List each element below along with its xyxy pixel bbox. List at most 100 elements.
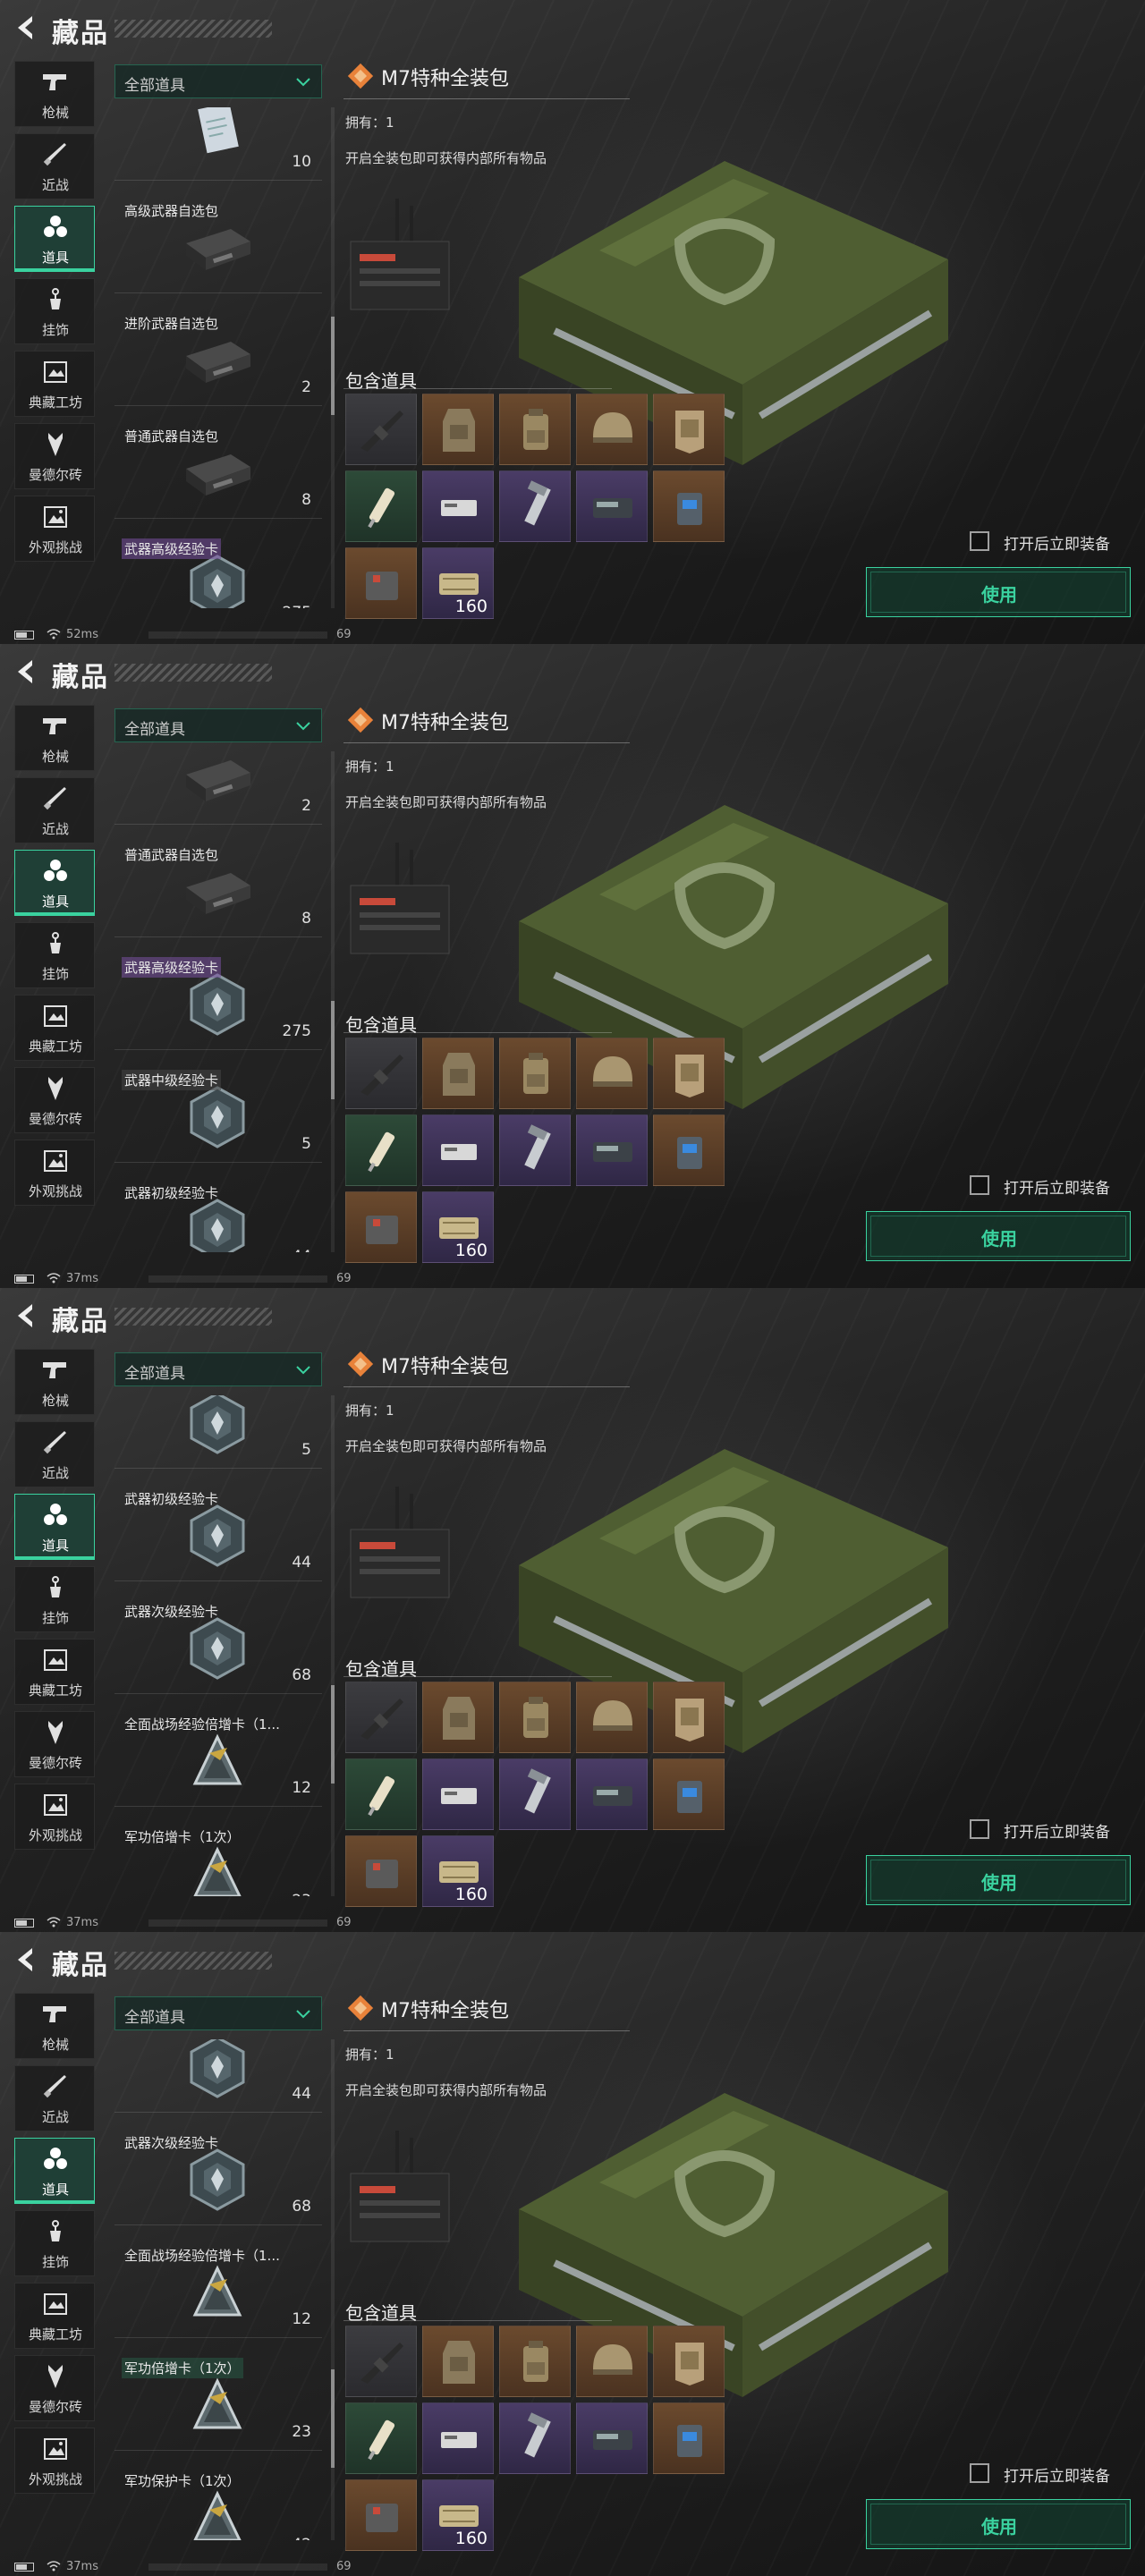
back-button[interactable] xyxy=(13,657,39,687)
content-item-cell[interactable] xyxy=(345,547,417,619)
sidebar-item[interactable]: 曼德尔砖 xyxy=(14,423,95,489)
sidebar-item[interactable]: 外观挑战 xyxy=(14,1784,95,1850)
list-item[interactable]: 军功倍增卡（1次） 23 xyxy=(114,2351,322,2451)
content-item-cell[interactable] xyxy=(345,394,417,465)
content-item-cell[interactable] xyxy=(576,470,648,542)
content-item-cell[interactable]: 160 xyxy=(422,1191,494,1263)
content-item-cell[interactable] xyxy=(499,2326,571,2397)
sidebar-item[interactable]: 曼德尔砖 xyxy=(14,2355,95,2421)
content-item-cell[interactable] xyxy=(422,470,494,542)
content-item-cell[interactable] xyxy=(422,1114,494,1186)
content-item-cell[interactable]: 160 xyxy=(422,1835,494,1907)
content-item-cell[interactable] xyxy=(499,1682,571,1753)
content-item-cell[interactable] xyxy=(499,1038,571,1109)
sidebar-item[interactable]: 挂饰 xyxy=(14,1566,95,1632)
content-item-cell[interactable]: 160 xyxy=(422,2479,494,2551)
content-item-cell[interactable] xyxy=(345,1682,417,1753)
sidebar-item[interactable]: 典藏工坊 xyxy=(14,995,95,1061)
content-item-cell[interactable] xyxy=(653,470,725,542)
content-item-cell[interactable] xyxy=(345,2326,417,2397)
use-button[interactable]: 使用 xyxy=(866,1211,1131,1261)
list-item[interactable]: 武器高级经验卡 275 xyxy=(114,531,322,608)
list-item[interactable]: 军功保护卡（1次） 42 xyxy=(114,2463,322,2540)
use-button[interactable]: 使用 xyxy=(866,567,1131,617)
sidebar-item[interactable]: 近战 xyxy=(14,133,95,199)
sidebar-item[interactable]: 典藏工坊 xyxy=(14,2283,95,2349)
content-item-cell[interactable] xyxy=(345,1114,417,1186)
sidebar-item[interactable]: 曼德尔砖 xyxy=(14,1067,95,1133)
sidebar-item[interactable]: 挂饰 xyxy=(14,278,95,344)
list-item[interactable]: 武器次级经验卡 68 xyxy=(114,2125,322,2225)
list-item[interactable]: 进阶武器自选包 2 xyxy=(114,306,322,406)
content-item-cell[interactable] xyxy=(653,2326,725,2397)
content-item-cell[interactable] xyxy=(422,2326,494,2397)
auto-equip-checkbox[interactable] xyxy=(970,1819,989,1839)
list-item[interactable]: 武器初级经验卡 44 xyxy=(114,1175,322,1252)
list-scrollbar[interactable] xyxy=(331,1395,335,1896)
back-button[interactable] xyxy=(13,1301,39,1331)
sidebar-item[interactable]: 近战 xyxy=(14,777,95,843)
sidebar-item[interactable]: 外观挑战 xyxy=(14,496,95,562)
sidebar-item[interactable]: 道具 xyxy=(14,850,95,916)
item-filter-dropdown[interactable]: 全部道具 xyxy=(114,64,322,98)
list-item[interactable]: 普通武器自选包 8 xyxy=(114,419,322,519)
content-item-cell[interactable] xyxy=(499,394,571,465)
content-item-cell[interactable] xyxy=(576,1682,648,1753)
sidebar-item[interactable]: 典藏工坊 xyxy=(14,351,95,417)
content-item-cell[interactable] xyxy=(422,1038,494,1109)
list-item[interactable]: 军功倍增卡（1次） 23 xyxy=(114,1819,322,1896)
content-item-cell[interactable] xyxy=(499,2402,571,2474)
auto-equip-checkbox[interactable] xyxy=(970,2463,989,2483)
scrollbar-thumb[interactable] xyxy=(331,1685,335,1784)
content-item-cell[interactable] xyxy=(422,2402,494,2474)
content-item-cell[interactable] xyxy=(422,1758,494,1830)
sidebar-item[interactable]: 曼德尔砖 xyxy=(14,1711,95,1777)
list-scrollbar[interactable] xyxy=(331,751,335,1252)
content-item-cell[interactable] xyxy=(576,1114,648,1186)
item-filter-dropdown[interactable]: 全部道具 xyxy=(114,708,322,742)
content-item-cell[interactable] xyxy=(345,1835,417,1907)
sidebar-item[interactable]: 道具 xyxy=(14,2138,95,2204)
sidebar-item[interactable]: 外观挑战 xyxy=(14,2428,95,2494)
list-item[interactable]: 普通武器自选包 8 xyxy=(114,837,322,937)
list-item[interactable]: 武器高级经验卡 275 xyxy=(114,950,322,1050)
content-item-cell[interactable] xyxy=(576,394,648,465)
list-item[interactable]: 44 xyxy=(114,2039,322,2113)
content-item-cell[interactable] xyxy=(345,1191,417,1263)
sidebar-item[interactable]: 枪械 xyxy=(14,705,95,771)
list-item[interactable]: 武器中级经验卡 5 xyxy=(114,1063,322,1163)
auto-equip-toggle[interactable]: 打开后立即装备 xyxy=(970,1818,1140,1843)
sidebar-item[interactable]: 枪械 xyxy=(14,61,95,127)
list-item[interactable]: 全面战场经验倍增卡（1... 12 xyxy=(114,1707,322,1807)
content-item-cell[interactable] xyxy=(345,1038,417,1109)
use-button[interactable]: 使用 xyxy=(866,2499,1131,2549)
list-item[interactable]: 武器初级经验卡 44 xyxy=(114,1481,322,1581)
item-filter-dropdown[interactable]: 全部道具 xyxy=(114,1996,322,2030)
content-item-cell[interactable] xyxy=(422,1682,494,1753)
content-item-cell[interactable] xyxy=(499,1758,571,1830)
list-item[interactable]: 武器中级经验卡 5 xyxy=(114,1395,322,1469)
list-item[interactable]: 10 xyxy=(114,107,322,181)
scrollbar-thumb[interactable] xyxy=(331,1001,335,1099)
sidebar-item[interactable]: 挂饰 xyxy=(14,922,95,988)
scrollbar-thumb[interactable] xyxy=(331,2369,335,2468)
content-item-cell[interactable]: 160 xyxy=(422,547,494,619)
sidebar-item[interactable]: 近战 xyxy=(14,1421,95,1487)
content-item-cell[interactable] xyxy=(576,2326,648,2397)
content-item-cell[interactable] xyxy=(345,2479,417,2551)
auto-equip-toggle[interactable]: 打开后立即装备 xyxy=(970,1174,1140,1199)
list-item[interactable]: 全面战场经验倍增卡（1... 12 xyxy=(114,2238,322,2338)
content-item-cell[interactable] xyxy=(499,470,571,542)
content-item-cell[interactable] xyxy=(653,1758,725,1830)
content-item-cell[interactable] xyxy=(576,1758,648,1830)
content-item-cell[interactable] xyxy=(653,1682,725,1753)
list-item[interactable]: 高级武器自选包 xyxy=(114,193,322,293)
sidebar-item[interactable]: 外观挑战 xyxy=(14,1140,95,1206)
back-button[interactable] xyxy=(13,1945,39,1975)
list-item[interactable]: 2 xyxy=(114,751,322,825)
list-item[interactable]: 武器次级经验卡 68 xyxy=(114,1594,322,1694)
scrollbar-thumb[interactable] xyxy=(331,317,335,415)
content-item-cell[interactable] xyxy=(345,2402,417,2474)
use-button[interactable]: 使用 xyxy=(866,1855,1131,1905)
content-item-cell[interactable] xyxy=(653,394,725,465)
